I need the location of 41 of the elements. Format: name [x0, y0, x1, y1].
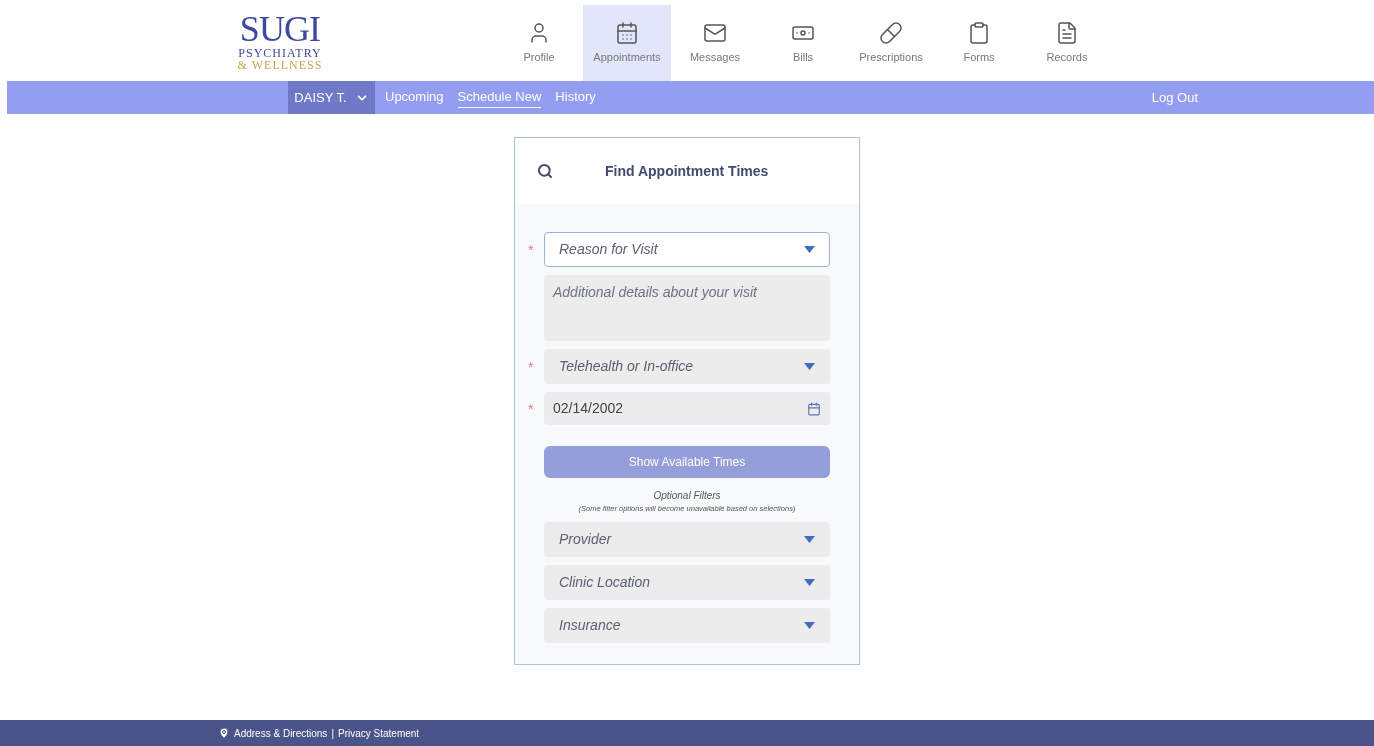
subnav-link[interactable]: Schedule New — [457, 87, 542, 108]
nav-tab[interactable]: Records — [1023, 5, 1111, 81]
nav-tab[interactable]: Profile — [495, 5, 583, 81]
logo[interactable]: SUGI PSYCHIATRY & WELLNESS — [215, 0, 345, 81]
footer-link[interactable]: Privacy Statement — [338, 725, 420, 741]
map-pin-icon — [218, 727, 230, 739]
dropdown-caret-icon — [804, 363, 815, 370]
nav-tab[interactable]: Appointments — [583, 5, 671, 81]
dropdown-field[interactable]: Telehealth or In-office — [544, 349, 830, 384]
dropdown-field[interactable]: Insurance — [544, 608, 830, 644]
dropdown-field[interactable]: Reason for Visit — [544, 232, 830, 267]
card-title: Find Appointment Times — [605, 161, 769, 181]
user-dropdown[interactable]: DAISY T. — [288, 81, 375, 114]
show-times-button[interactable]: Show Available Times — [544, 446, 830, 478]
pill-icon — [879, 20, 903, 45]
nav-tab[interactable]: Prescriptions — [847, 5, 935, 81]
logout-link[interactable]: Log Out — [1151, 87, 1198, 108]
dropdown-caret-icon — [804, 246, 815, 253]
footer-link[interactable]: Address & Directions — [234, 725, 328, 741]
dropdown-field[interactable]: Clinic Location — [544, 565, 830, 601]
search-icon[interactable] — [537, 163, 553, 179]
dropdown-caret-icon — [804, 536, 815, 544]
details-textarea[interactable]: Additional details about your visit — [544, 275, 830, 341]
filters-title: Optional Filters — [653, 489, 721, 503]
nav-tab[interactable]: Bills — [759, 5, 847, 81]
required-asterisk: * — [528, 240, 535, 260]
dropdown-caret-icon — [804, 579, 815, 587]
dropdown-caret-icon — [804, 622, 815, 630]
subnav-link[interactable]: History — [555, 87, 596, 108]
nav-tab[interactable]: Forms — [935, 5, 1023, 81]
date-field[interactable]: 02/14/2002 — [544, 392, 830, 425]
calendar-icon — [615, 20, 639, 45]
calendar-icon[interactable] — [807, 401, 821, 416]
required-asterisk: * — [528, 357, 535, 377]
document-icon — [1055, 20, 1079, 45]
nav-tab[interactable]: Messages — [671, 5, 759, 81]
subnav-link[interactable]: Upcoming — [385, 87, 444, 108]
link-separator: | — [331, 726, 334, 741]
clipboard-icon — [967, 20, 991, 45]
required-asterisk: * — [528, 399, 535, 419]
dropdown-field[interactable]: Provider — [544, 522, 830, 558]
